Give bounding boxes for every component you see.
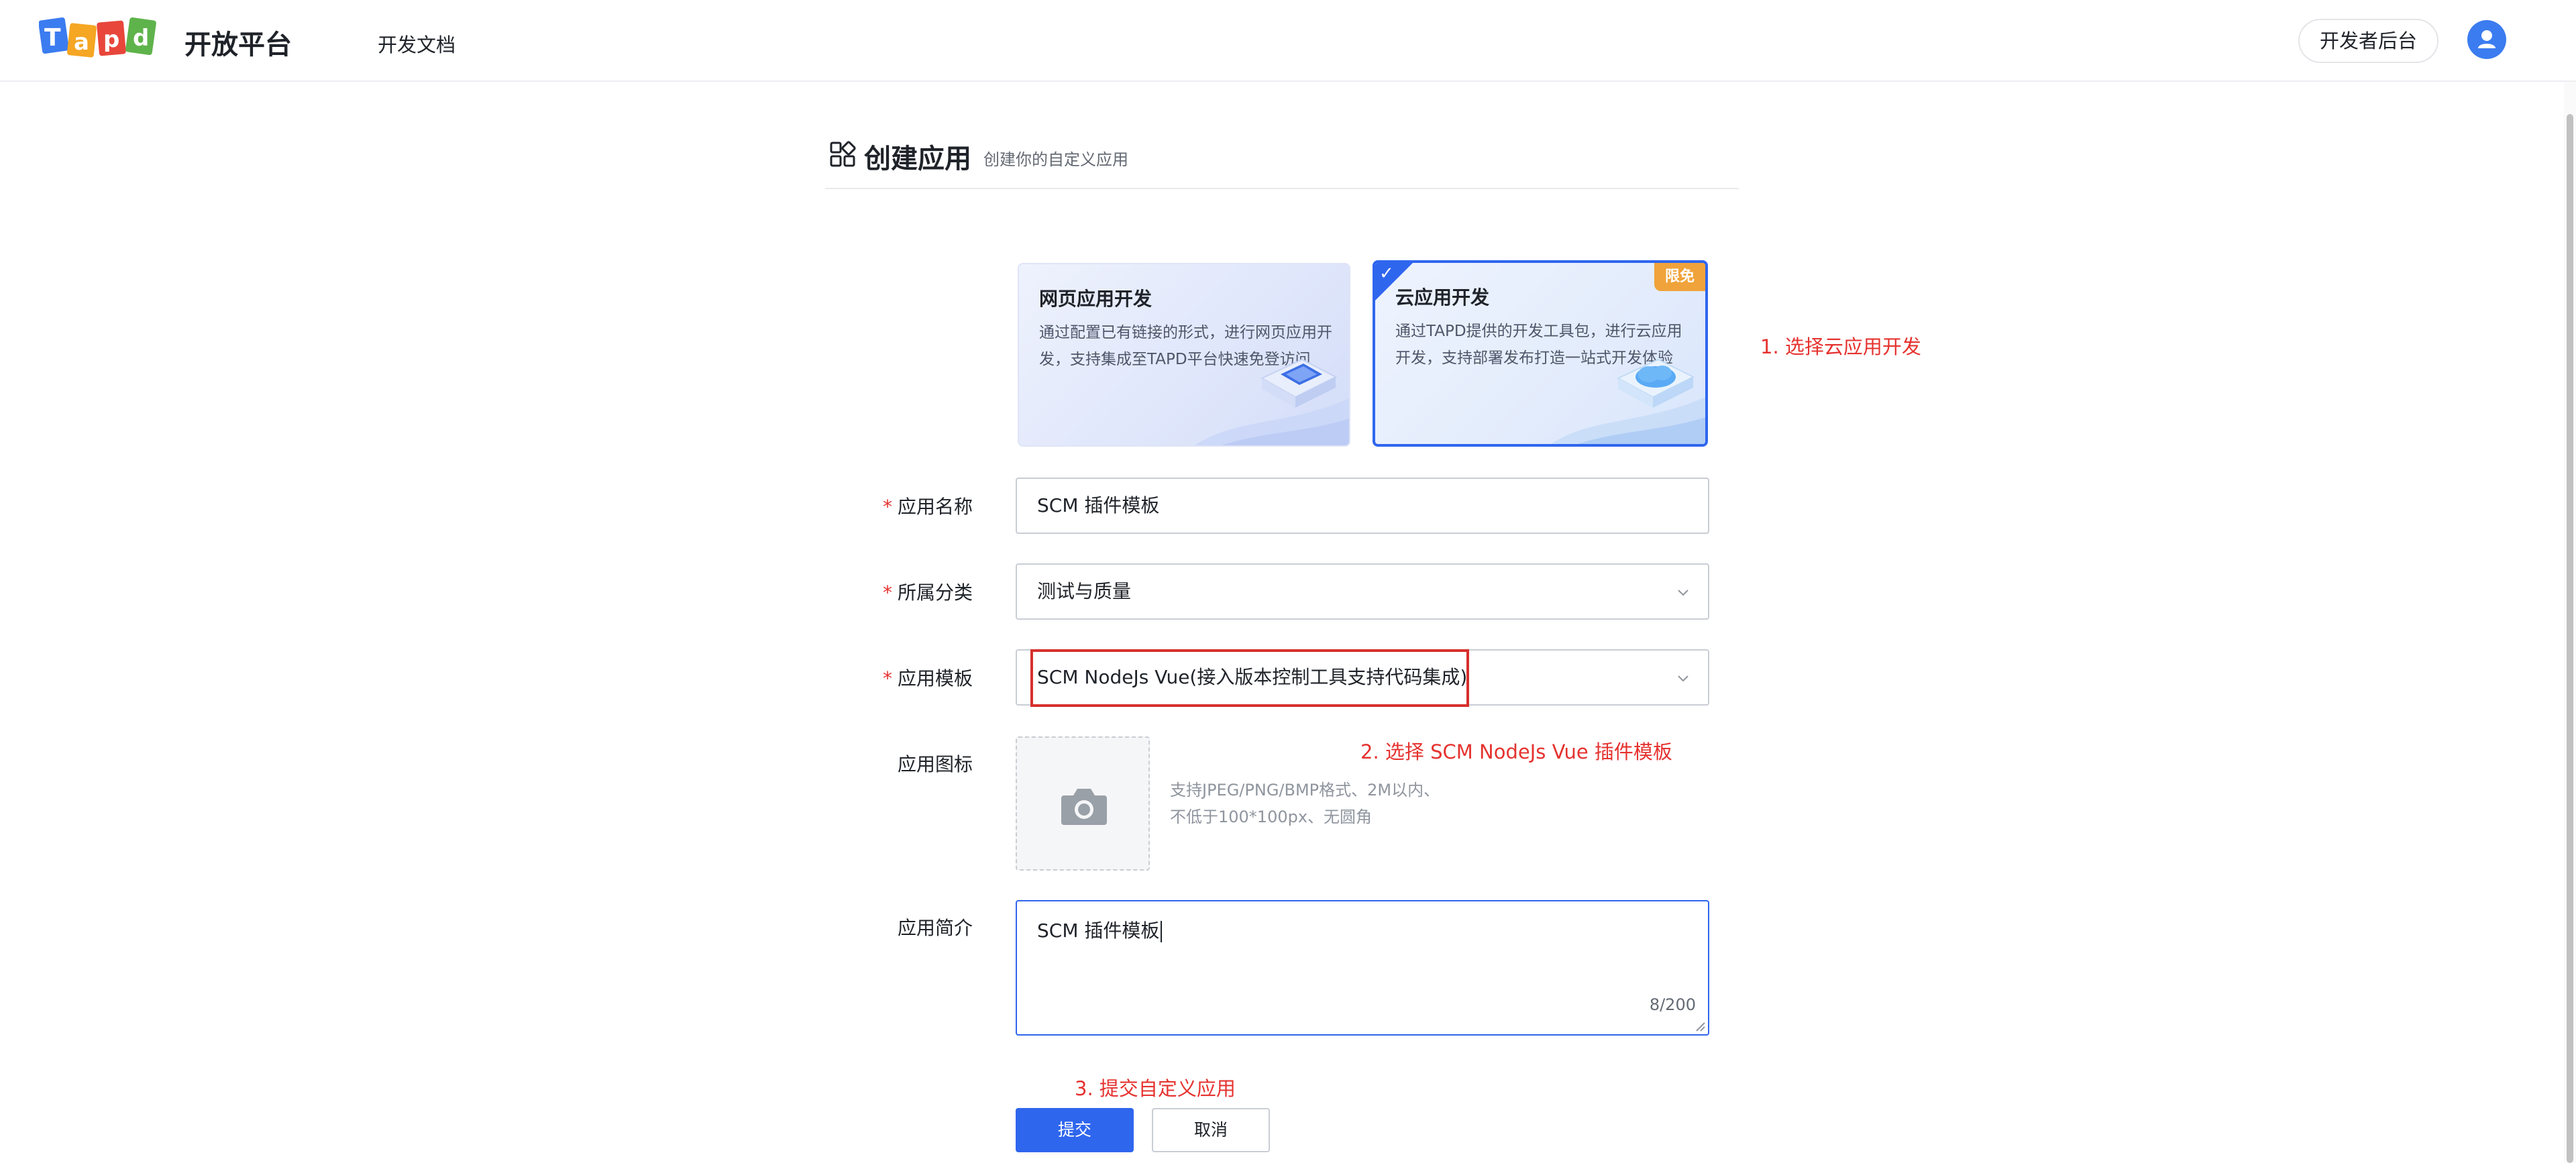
category-select[interactable]: 测试与质量	[1016, 563, 1709, 620]
annotation-step-1: 1. 选择云应用开发	[1760, 335, 1921, 358]
brand-title: 开放平台	[184, 30, 292, 60]
resize-handle-icon[interactable]	[1694, 1020, 1706, 1032]
camera-icon	[1061, 789, 1107, 825]
cloud-illustration-icon	[1551, 358, 1705, 444]
svg-text:a: a	[74, 29, 89, 56]
top-nav-bar: T a p d 开放平台 开发文档 开发者后台	[0, 0, 2576, 82]
chevron-down-icon	[1678, 590, 1688, 596]
app-icon-label: 应用图标	[897, 753, 973, 775]
app-intro-label: 应用简介	[897, 917, 973, 939]
cloud-app-card[interactable]: ✓ 限免 云应用开发 通过TAPD提供的开发工具包，进行云应用开发，支持部署发布…	[1373, 260, 1708, 447]
icon-upload-hint: 支持JPEG/PNG/BMP格式、2M以内、 不低于100*100px、无圆角	[1170, 777, 1440, 830]
required-mark: *	[882, 582, 892, 604]
annotation-step-2: 2. 选择 SCM NodeJs Vue 插件模板	[1360, 740, 1672, 763]
svg-text:p: p	[103, 26, 119, 53]
cancel-button[interactable]: 取消	[1152, 1108, 1270, 1152]
apps-grid-icon	[830, 141, 856, 167]
template-label: * 应用模板	[865, 664, 973, 691]
developer-console-button[interactable]: 开发者后台	[2298, 19, 2439, 63]
category-label: * 所属分类	[865, 578, 973, 605]
app-name-input[interactable]: SCM 插件模板	[1016, 478, 1709, 534]
user-avatar-icon	[2478, 30, 2496, 48]
app-intro-value: SCM 插件模板	[1037, 920, 1160, 942]
page-title: 创建应用	[864, 144, 971, 174]
app-name-label-text: 应用名称	[897, 496, 973, 518]
template-select-value: SCM NodeJs Vue(接入版本控制工具支持代码集成)	[1037, 666, 1468, 688]
chevron-down-icon	[1678, 675, 1688, 682]
svg-text:d: d	[133, 25, 149, 52]
char-counter: 8/200	[1649, 995, 1696, 1014]
annotation-step-3: 3. 提交自定义应用	[1075, 1077, 1236, 1100]
app-intro-textarea[interactable]: SCM 插件模板 8/200	[1016, 900, 1709, 1036]
cloud-app-card-title: 云应用开发	[1395, 286, 1490, 309]
icon-upload-area[interactable]	[1016, 736, 1150, 871]
tapd-logo[interactable]: T a p d	[39, 16, 160, 64]
user-avatar[interactable]	[2467, 20, 2506, 59]
required-mark: *	[882, 496, 892, 518]
svg-text:T: T	[44, 24, 61, 52]
icon-upload-hint-line2: 不低于100*100px、无圆角	[1170, 808, 1373, 826]
nav-link-docs[interactable]: 开发文档	[378, 30, 455, 58]
icon-upload-hint-line1: 支持JPEG/PNG/BMP格式、2M以内、	[1170, 781, 1440, 799]
page-subtitle: 创建你的自定义应用	[983, 150, 1128, 169]
category-select-value: 测试与质量	[1037, 580, 1132, 602]
template-label-text: 应用模板	[897, 667, 973, 689]
web-app-card-title: 网页应用开发	[1039, 288, 1152, 310]
web-illustration-icon	[1195, 358, 1349, 445]
web-app-card[interactable]: 网页应用开发 通过配置已有链接的形式，进行网页应用开发，支持集成至TAPD平台快…	[1018, 263, 1350, 447]
check-icon: ✓	[1379, 264, 1394, 284]
template-select[interactable]: SCM NodeJs Vue(接入版本控制工具支持代码集成)	[1016, 649, 1709, 706]
page-header: 创建应用 创建你的自定义应用	[825, 131, 1739, 189]
free-badge: 限免	[1654, 263, 1705, 291]
submit-button[interactable]: 提交	[1016, 1108, 1134, 1152]
app-name-label: * 应用名称	[865, 492, 973, 519]
text-caret	[1161, 921, 1163, 942]
required-mark: *	[882, 667, 892, 689]
scrollbar-thumb[interactable]	[2567, 114, 2573, 1163]
category-label-text: 所属分类	[897, 582, 973, 604]
